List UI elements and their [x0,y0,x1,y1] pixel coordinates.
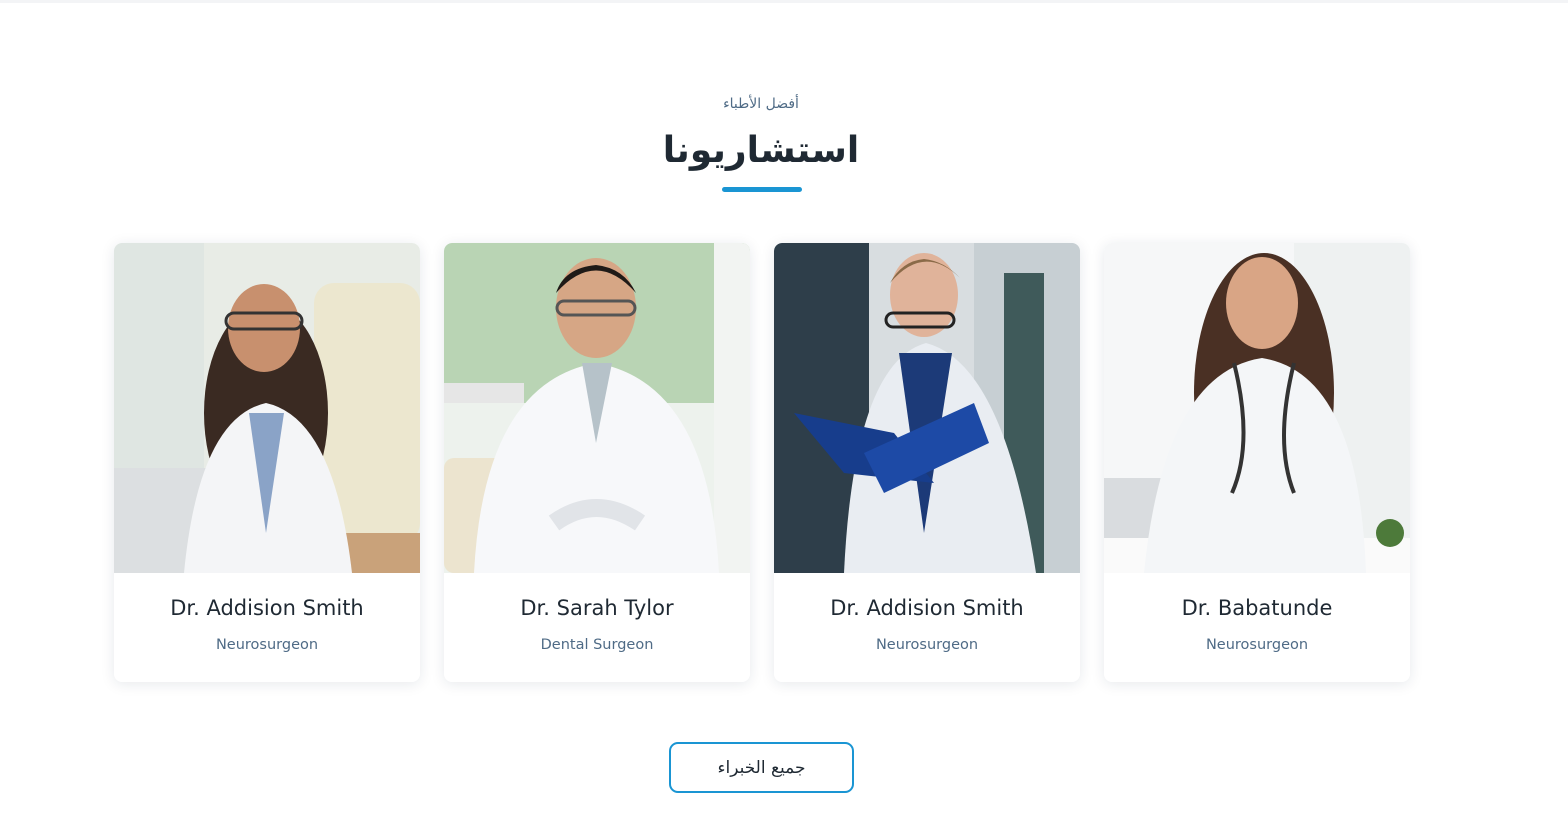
doctor-role: Neurosurgeon [215,637,319,653]
doctor-portrait-icon [444,243,750,573]
doctor-role: Neurosurgeon [875,637,979,653]
title-underline [722,187,802,192]
all-experts-button[interactable]: جميع الخبراء [669,742,854,793]
doctor-photo [774,243,1080,573]
doctor-card[interactable]: Dr. Babatunde Neurosurgeon [1104,243,1410,682]
doctor-portrait-icon [774,243,1080,573]
consultants-section: أفضل الأطباء استشاريونا Dr. Addision Smi… [0,0,1568,826]
doctor-card[interactable]: Dr. Sarah Tylor Dental Surgeon [444,243,750,682]
doctor-photo [444,243,750,573]
doctor-name: Dr. Babatunde [1181,596,1333,620]
section-title: استشاريونا [662,130,860,171]
doctor-portrait-icon [114,243,420,573]
doctor-name: Dr. Addision Smith [170,596,364,620]
doctor-cards: Dr. Addision Smith Neurosurgeon Dr. Sara… [114,243,1410,682]
doctor-photo [114,243,420,573]
doctor-name: Dr. Sarah Tylor [520,596,674,620]
doctor-photo [1104,243,1410,573]
doctor-card[interactable]: Dr. Addision Smith Neurosurgeon [774,243,1080,682]
section-eyebrow: أفضل الأطباء [723,96,799,112]
doctor-card[interactable]: Dr. Addision Smith Neurosurgeon [114,243,420,682]
doctor-name: Dr. Addision Smith [830,596,1024,620]
doctor-portrait-icon [1104,243,1410,573]
doctor-role: Dental Surgeon [540,637,654,653]
doctor-role: Neurosurgeon [1205,637,1309,653]
